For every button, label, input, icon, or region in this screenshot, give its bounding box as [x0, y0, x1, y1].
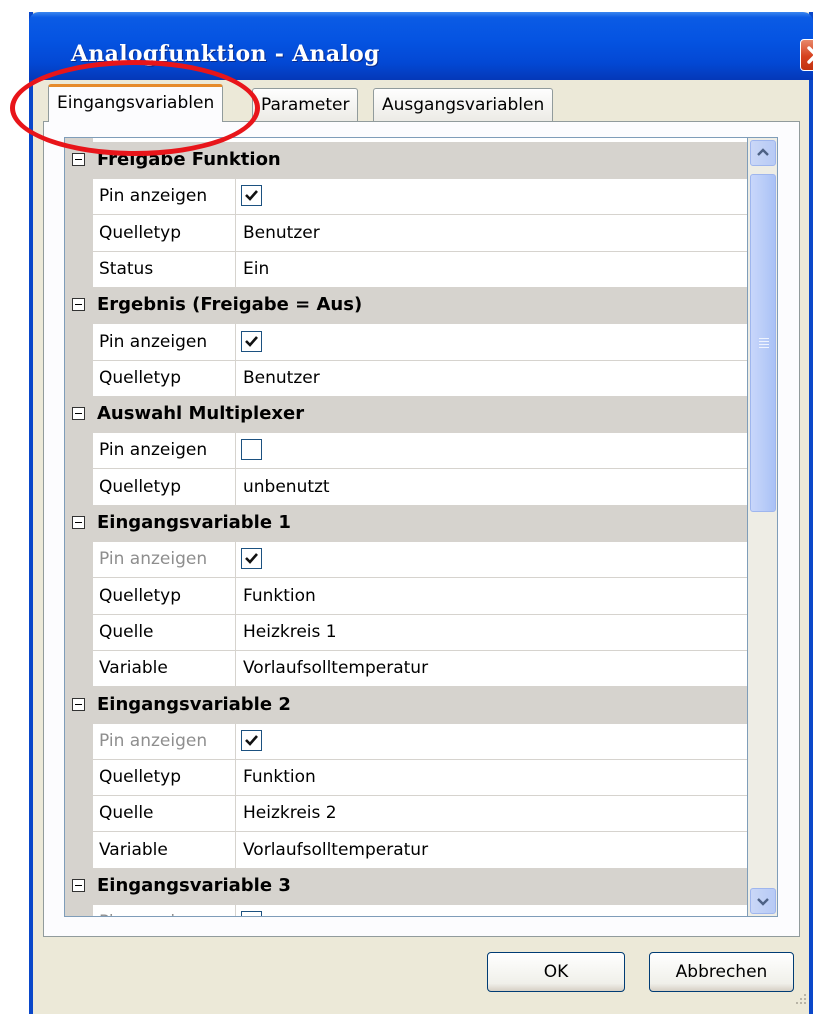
property-value[interactable]: Heizkreis 1: [243, 614, 337, 650]
property-row[interactable]: Variable Vorlaufsolltemperatur: [65, 831, 747, 869]
checkmark-icon: [245, 335, 258, 347]
scroll-up-button[interactable]: [750, 140, 776, 166]
tab-label: Parameter: [261, 95, 350, 115]
property-name: Pin anzeigen: [99, 323, 236, 360]
checkmark-icon: [244, 914, 259, 917]
property-value[interactable]: Benutzer: [243, 360, 320, 396]
category-row[interactable]: Auswahl Multiplexer: [65, 396, 747, 434]
pin-checkbox[interactable]: [241, 911, 262, 917]
property-name: Pin anzeigen: [99, 904, 236, 916]
property-value[interactable]: Heizkreis 2: [243, 795, 337, 831]
tab-label: Ausgangsvariablen: [382, 95, 545, 115]
property-name: Pin anzeigen: [99, 178, 236, 215]
scroll-thumb[interactable]: [750, 174, 776, 512]
pin-checkbox[interactable]: [241, 729, 262, 751]
cancel-button[interactable]: Abbrechen: [649, 952, 794, 992]
resize-grip-icon[interactable]: [792, 990, 808, 1006]
property-name: Quelletyp: [99, 577, 236, 614]
category-label: Eingangsvariable 1: [97, 512, 291, 533]
category-label: Freigabe Funktion: [97, 149, 281, 170]
collapse-icon[interactable]: [72, 407, 85, 421]
property-name: Quelle: [99, 613, 236, 650]
property-value[interactable]: Vorlaufsolltemperatur: [243, 650, 428, 686]
collapse-icon[interactable]: [72, 697, 85, 711]
property-row[interactable]: Quelletyp Funktion: [65, 577, 747, 615]
collapse-icon[interactable]: [72, 153, 85, 166]
property-name: Pin anzeigen: [99, 722, 236, 759]
chevron-down-icon: [757, 898, 769, 906]
property-value[interactable]: Funktion: [243, 759, 316, 795]
window-title: Analogfunktion - Analog: [71, 41, 380, 67]
collapse-icon[interactable]: [72, 298, 85, 312]
property-name: Quelletyp: [99, 359, 236, 396]
property-value[interactable]: Benutzer: [243, 215, 320, 251]
tab-eingangsvariablen[interactable]: Eingangsvariablen: [48, 84, 224, 122]
property-row[interactable]: Variable Vorlaufsolltemperatur: [65, 650, 747, 688]
property-row[interactable]: Pin anzeigen: [65, 904, 747, 917]
property-row[interactable]: Status Ein: [65, 250, 747, 288]
property-name: Quelletyp: [99, 759, 236, 796]
category-row[interactable]: Eingangsvariable 2: [65, 686, 747, 724]
property-grid[interactable]: Freigabe Funktion Pin anzeigen Quelletyp Be…: [64, 137, 748, 917]
property-row[interactable]: Quelletyp unbenutzt: [65, 468, 747, 506]
category-row[interactable]: Ergebnis (Freigabe = Aus): [65, 287, 747, 325]
property-row[interactable]: Quelletyp Benutzer: [65, 359, 747, 397]
property-value[interactable]: Ein: [243, 251, 269, 287]
pin-checkbox[interactable]: [241, 185, 262, 207]
pin-checkbox[interactable]: [241, 548, 262, 570]
property-row[interactable]: Pin anzeigen: [65, 541, 747, 579]
category-row[interactable]: Freigabe Funktion: [65, 142, 747, 179]
category-row[interactable]: Eingangsvariable 1: [65, 505, 747, 542]
property-name: Variable: [99, 831, 236, 868]
collapse-icon[interactable]: [72, 516, 85, 529]
property-row[interactable]: Pin anzeigen: [65, 323, 747, 361]
tab-label: Eingangsvariablen: [57, 93, 215, 113]
category-label: Eingangsvariable 2: [97, 693, 291, 715]
category-label: Ergebnis (Freigabe = Aus): [97, 294, 363, 316]
vertical-scrollbar[interactable]: [748, 137, 778, 917]
property-name: Quelle: [99, 795, 236, 832]
close-button[interactable]: [800, 39, 813, 71]
property-name: Variable: [99, 650, 236, 687]
property-row[interactable]: Quelle Heizkreis 1: [65, 613, 747, 651]
property-value[interactable]: Funktion: [243, 578, 316, 614]
property-row[interactable]: Quelle Heizkreis 2: [65, 795, 747, 833]
checkmark-icon: [245, 734, 258, 746]
pin-checkbox[interactable]: [241, 439, 262, 461]
property-value[interactable]: Vorlaufsolltemperatur: [243, 832, 428, 868]
category-label: Eingangsvariable 3: [97, 875, 291, 896]
collapse-icon[interactable]: [72, 879, 85, 892]
property-name: Quelletyp: [99, 468, 236, 505]
property-row[interactable]: Pin anzeigen: [65, 178, 747, 216]
property-row[interactable]: Quelletyp Benutzer: [65, 214, 747, 252]
scroll-down-button[interactable]: [750, 888, 776, 914]
property-name: Status: [99, 250, 236, 287]
checkmark-icon: [245, 190, 258, 202]
chevron-up-icon: [757, 148, 769, 156]
tab-ausgangsvariablen[interactable]: Ausgangsvariablen: [373, 88, 554, 121]
property-row[interactable]: Pin anzeigen: [65, 432, 747, 470]
property-row[interactable]: Pin anzeigen: [65, 722, 747, 760]
title-bar[interactable]: Analogfunktion - Analog: [29, 12, 813, 80]
property-value[interactable]: unbenutzt: [243, 469, 330, 505]
property-name: Pin anzeigen: [99, 541, 236, 578]
category-label: Auswahl Multiplexer: [97, 403, 305, 425]
ok-button[interactable]: OK: [487, 952, 625, 992]
pin-checkbox[interactable]: [241, 330, 262, 352]
checkmark-icon: [245, 553, 258, 565]
property-row[interactable]: Quelletyp Funktion: [65, 759, 747, 797]
category-row[interactable]: Eingangsvariable 3: [65, 868, 747, 905]
property-name: Quelletyp: [99, 214, 236, 251]
tab-parameter[interactable]: Parameter: [252, 88, 359, 121]
close-icon: [807, 46, 813, 64]
property-name: Pin anzeigen: [99, 432, 236, 469]
